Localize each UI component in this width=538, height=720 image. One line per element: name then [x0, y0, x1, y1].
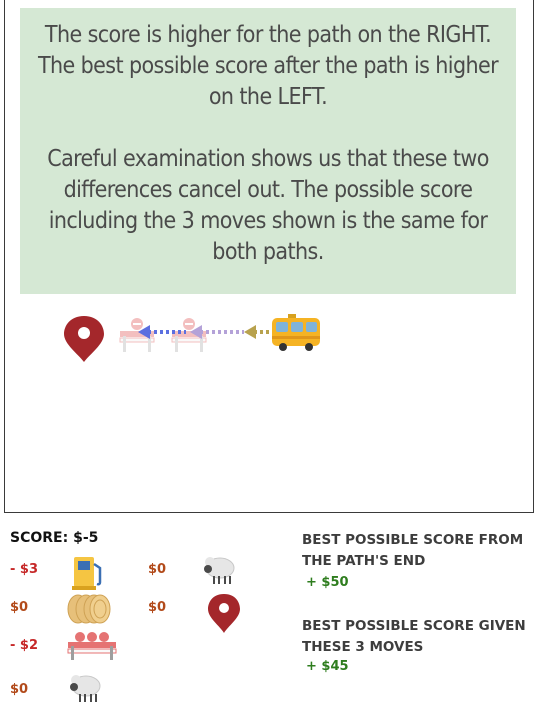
fuel-cost: - $3	[10, 562, 39, 577]
score-value: $-5	[73, 530, 99, 546]
score-hud: SCORE: $-5 - $3 $0 $0 $0 - $2 $0 BEST PO…	[0, 516, 538, 720]
explanation-box: The score is higher for the path on the …	[20, 8, 516, 294]
fuel-pump-icon	[72, 557, 102, 590]
score-display: SCORE: $-5	[10, 530, 98, 546]
destination-cost: $0	[148, 600, 167, 615]
sheep-icon	[204, 557, 235, 584]
destination-pin-icon	[208, 594, 240, 633]
sheep-cost: $0	[148, 562, 167, 577]
coins-cost: $0	[10, 600, 29, 615]
sheep-cost-2: $0	[10, 682, 29, 697]
best-given-moves-label: BEST POSSIBLE SCORE GIVEN THESE 3 MOVES	[302, 618, 526, 655]
coins-icon	[67, 594, 111, 624]
best-from-end-label: BEST POSSIBLE SCORE FROM THE PATH'S END	[302, 532, 524, 569]
roadblock-cost: - $2	[10, 638, 39, 653]
path-visualization	[0, 300, 538, 370]
bus-icon	[272, 314, 320, 351]
best-given-moves-value: + $45	[306, 659, 349, 674]
score-label: SCORE:	[10, 530, 69, 546]
destination-pin-icon	[64, 316, 104, 362]
explanation-paragraph-1: The score is higher for the path on the …	[37, 22, 499, 110]
best-from-end-value: + $50	[306, 575, 349, 590]
roadblock-icon	[67, 632, 117, 660]
sheep-icon	[70, 675, 101, 702]
explanation-paragraph-2: Careful examination shows us that these …	[47, 146, 489, 265]
path-arrow-olive	[244, 325, 272, 339]
